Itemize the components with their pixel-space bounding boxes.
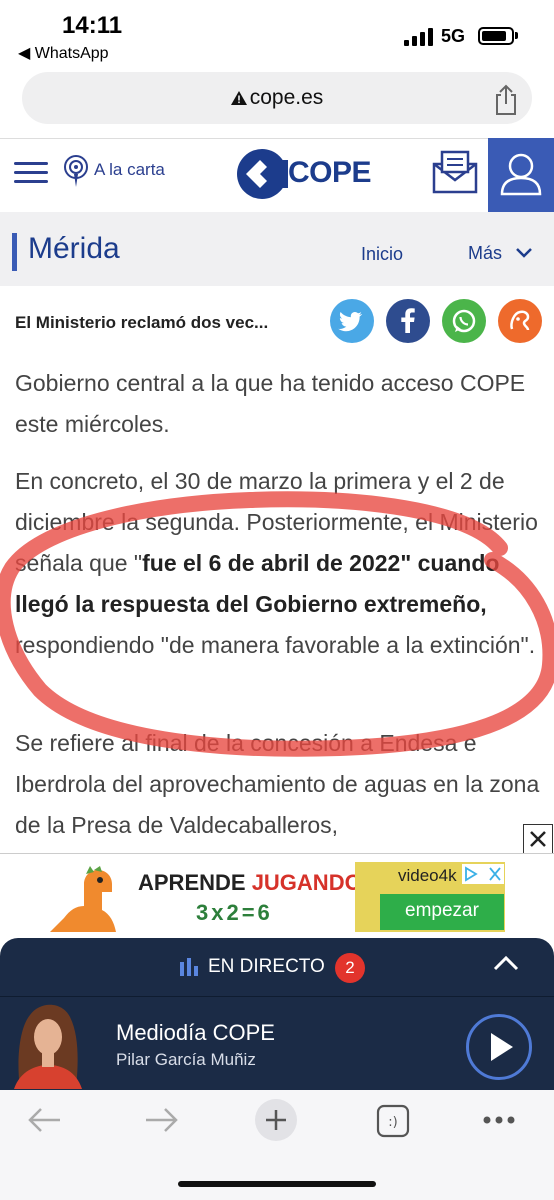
live-count-badge: 2 [335, 953, 365, 983]
host-photo-icon [6, 997, 86, 1089]
home-indicator [178, 1181, 376, 1187]
tabs-icon[interactable]: :) [376, 1104, 410, 1138]
nav-inicio-link[interactable]: Inicio [361, 244, 403, 265]
facebook-icon [401, 308, 415, 333]
meneame-share-button[interactable] [498, 299, 542, 343]
forward-arrow-icon[interactable] [142, 1106, 180, 1134]
a-la-carta-link[interactable]: A la carta [94, 160, 165, 180]
network-label: 5G [441, 26, 466, 46]
back-to-app-link[interactable]: ◀ WhatsApp [18, 43, 109, 63]
ad-cta-label: empezar [405, 900, 479, 921]
battery-icon [478, 27, 514, 45]
dinosaur-icon [50, 866, 116, 932]
more-options-icon[interactable] [482, 1114, 516, 1126]
cope-brand-text[interactable]: COPE [288, 156, 372, 190]
signal-icon [404, 28, 433, 46]
section-accent [12, 233, 17, 271]
twitter-share-button[interactable] [330, 299, 374, 343]
red-annotation-circle [0, 491, 554, 757]
hamburger-menu-icon[interactable] [14, 162, 48, 184]
new-tab-icon[interactable] [254, 1098, 298, 1142]
url-text: cope.es [22, 86, 532, 110]
ad-cta-button[interactable]: empezar [380, 894, 504, 930]
twitter-icon [338, 311, 363, 332]
chevron-down-icon[interactable] [515, 247, 533, 259]
whatsapp-icon [452, 309, 476, 333]
section-title: Mérida [28, 232, 120, 265]
user-account-button[interactable] [488, 138, 554, 212]
play-button[interactable] [466, 1014, 532, 1080]
newsletter-icon[interactable] [432, 150, 478, 194]
warning-icon [230, 91, 247, 105]
user-icon [500, 153, 542, 196]
show-title: Mediodía COPE [116, 1020, 275, 1045]
live-label: EN DIRECTO [208, 956, 325, 977]
address-bar[interactable]: cope.es [22, 72, 532, 124]
svg-text::): :) [388, 1115, 397, 1130]
ad-close-button[interactable] [523, 824, 553, 854]
audio-bars-icon [180, 958, 198, 976]
facebook-share-button[interactable] [386, 299, 430, 343]
article-headline: El Ministerio reclamó dos vec... [15, 313, 269, 332]
whatsapp-share-button[interactable] [442, 299, 486, 343]
share-icon[interactable] [493, 84, 519, 116]
play-icon [491, 1033, 513, 1061]
cope-logo-icon[interactable] [236, 148, 288, 200]
host-avatar [6, 997, 86, 1089]
url-domain: cope.es [249, 86, 324, 109]
back-arrow-icon[interactable] [26, 1106, 64, 1134]
ad-brand: video4k [398, 866, 457, 885]
podcast-icon[interactable] [62, 154, 90, 188]
host-name: Pilar García Muñiz [116, 1050, 256, 1069]
article-paragraph-1: Gobierno central a la que ha tenido acce… [15, 370, 526, 437]
status-time: 14:11 [62, 12, 123, 39]
ad-headline-a: APRENDE [138, 870, 252, 895]
ad-subline: 3x2=6 [196, 900, 273, 925]
adchoices-icon[interactable] [462, 864, 504, 884]
ad-headline: APRENDE JUGANDO [138, 870, 362, 896]
meneame-icon [510, 310, 530, 331]
chevron-up-icon[interactable] [492, 954, 520, 974]
ad-headline-b: JUGANDO [251, 870, 362, 895]
battery-tip [515, 32, 518, 39]
close-icon [530, 831, 546, 847]
nav-mas-link[interactable]: Más [468, 243, 502, 264]
